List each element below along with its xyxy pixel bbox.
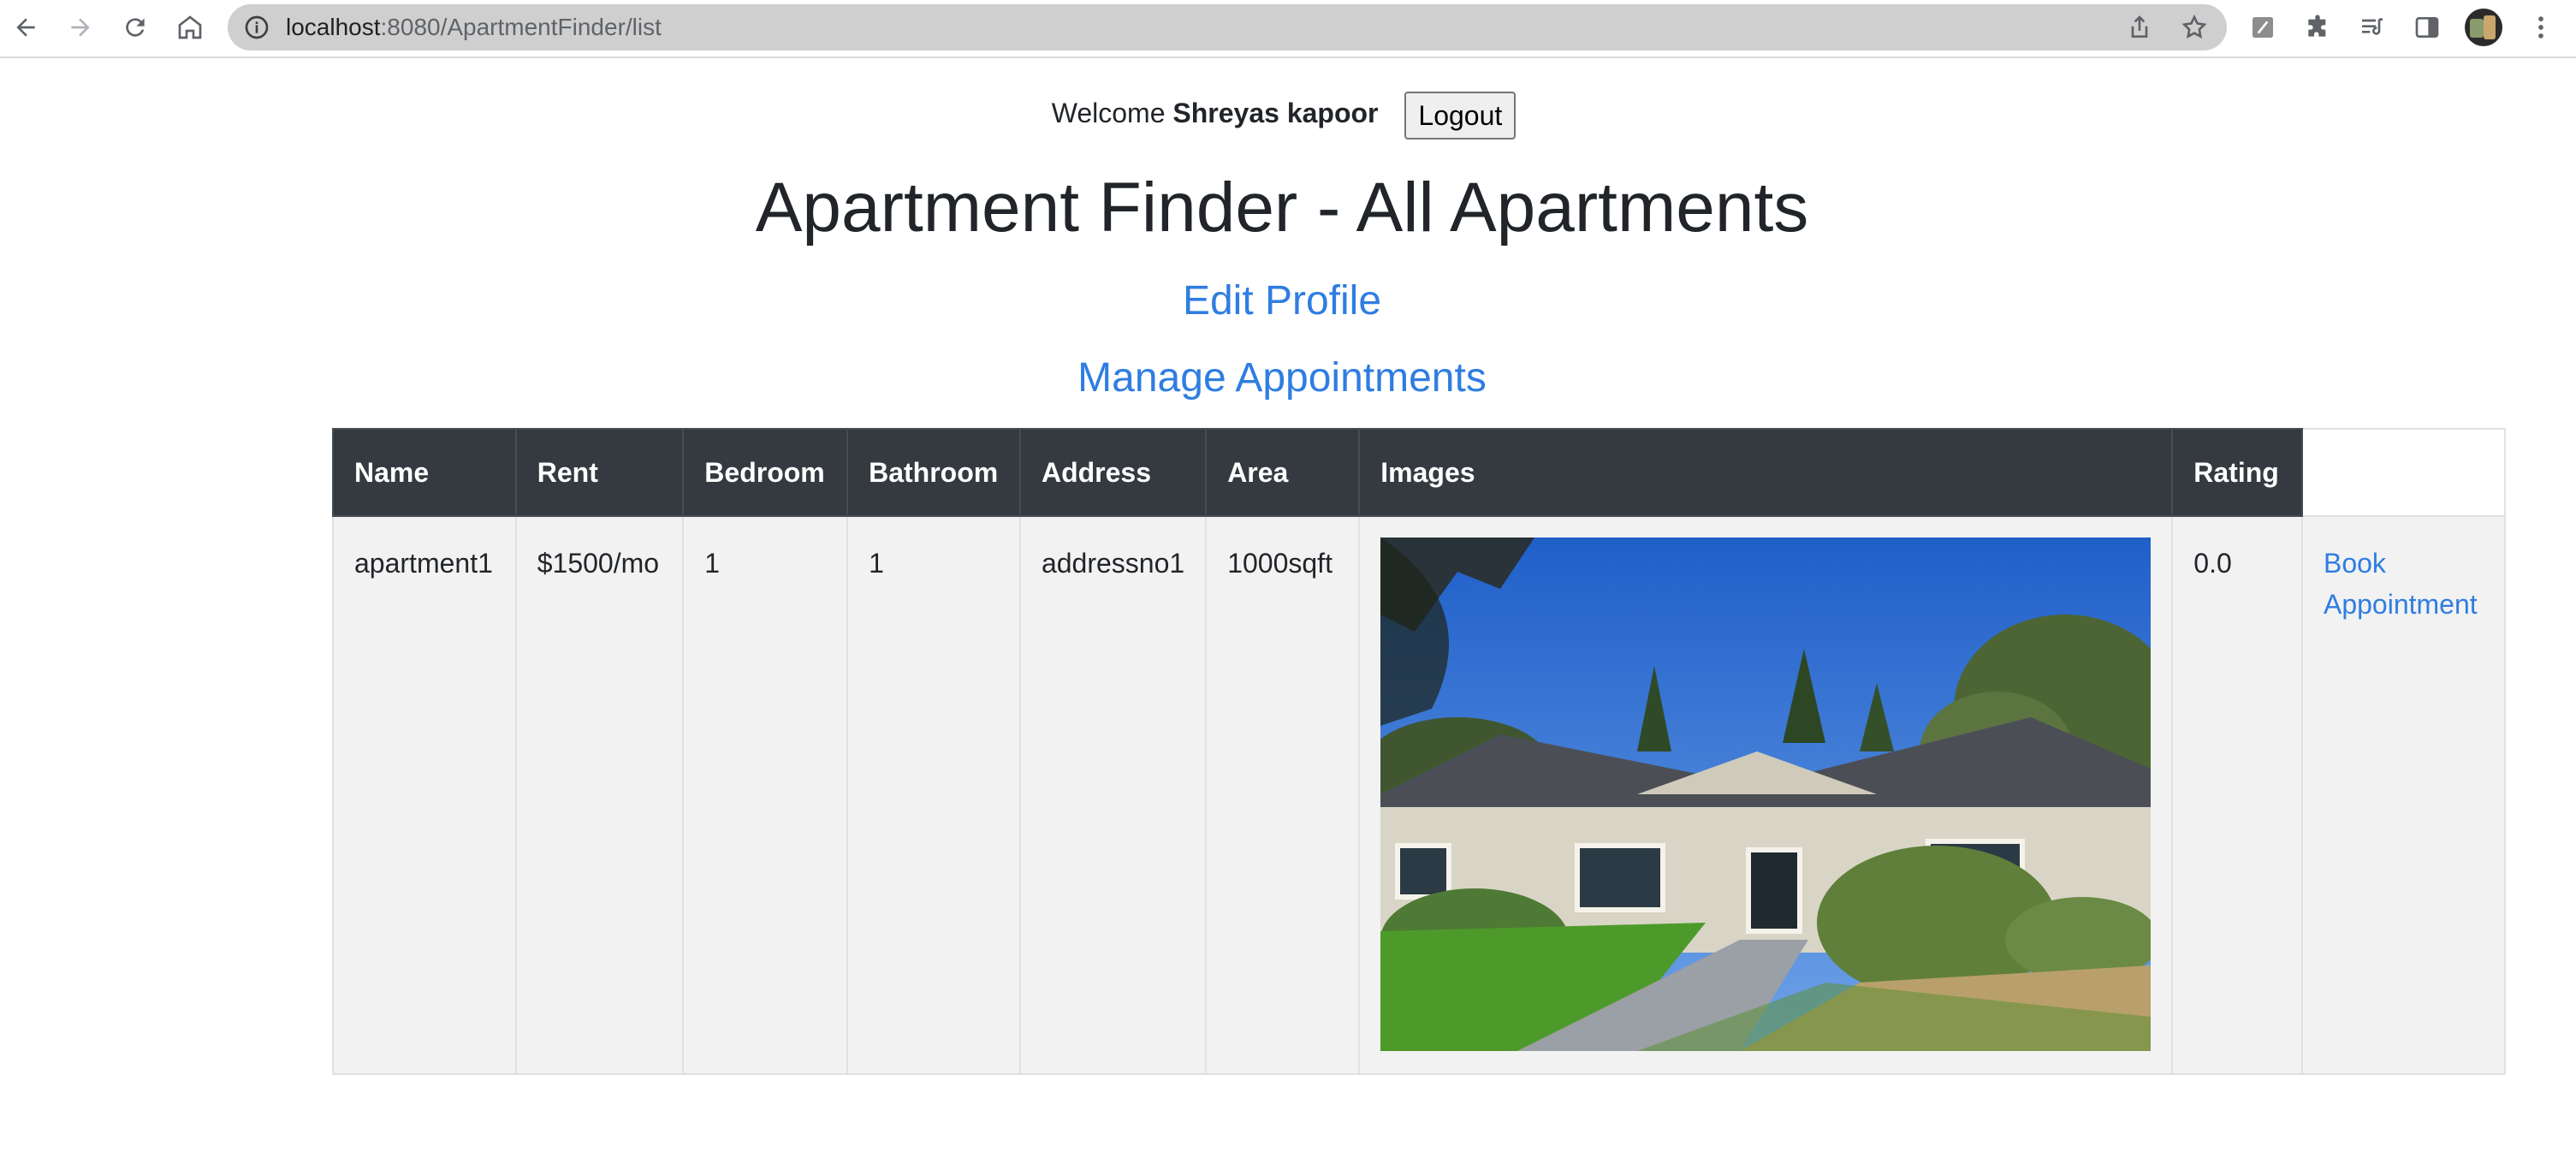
extension-icon[interactable] (2247, 12, 2278, 43)
column-header-name: Name (332, 428, 517, 517)
share-icon[interactable] (2126, 14, 2153, 41)
manage-appointments-link[interactable]: Manage Appointments (0, 353, 2564, 404)
apartment-photo (1380, 537, 2152, 1051)
column-header-rent: Rent (514, 428, 685, 517)
site-info-icon[interactable] (243, 14, 270, 41)
cell-images (1358, 515, 2174, 1075)
more-menu-icon[interactable] (2526, 12, 2555, 43)
column-header-bathroom: Bathroom (846, 428, 1021, 517)
table-header-row: Name Rent Bedroom Bathroom Address Area … (332, 428, 2507, 517)
apartments-table: Name Rent Bedroom Bathroom Address Area … (332, 428, 2507, 1075)
column-header-action (2300, 428, 2507, 517)
cell-action: Book Appointment (2300, 515, 2507, 1075)
bookmark-star-icon[interactable] (2181, 14, 2208, 41)
cell-name: apartment1 (332, 515, 517, 1075)
reload-icon[interactable] (118, 10, 152, 45)
table-row: apartment1 $1500/mo 1 1 addressno1 1000s… (332, 515, 2507, 1075)
url-host: localhost (286, 14, 381, 40)
welcome-bar: Welcome Shreyas kapoor Logout (0, 84, 2567, 142)
home-icon[interactable] (173, 10, 207, 45)
book-appointment-link[interactable]: Book Appointment (2324, 548, 2478, 620)
cell-bedroom: 1 (682, 515, 849, 1075)
page-title: Apartment Finder - All Apartments (755, 169, 1809, 246)
cell-bathroom: 1 (846, 515, 1021, 1075)
column-header-bedroom: Bedroom (682, 428, 849, 517)
column-header-images: Images (1358, 428, 2174, 517)
user-name: Shreyas kapoor (1172, 98, 1379, 128)
puzzle-icon[interactable] (2302, 12, 2333, 43)
cell-address: addressno1 (1018, 515, 1208, 1075)
address-bar[interactable]: localhost:8080/ApartmentFinder/list (228, 4, 2227, 50)
back-icon[interactable] (9, 10, 43, 45)
cell-area: 1000sqft (1205, 515, 1361, 1075)
cell-rating: 0.0 (2171, 515, 2303, 1075)
url-path: :8080/ApartmentFinder/list (380, 14, 662, 40)
edit-profile-link[interactable]: Edit Profile (0, 276, 2564, 327)
column-header-area: Area (1205, 428, 1361, 517)
forward-icon[interactable] (63, 10, 98, 45)
logout-button[interactable]: Logout (1404, 91, 1517, 140)
side-panel-icon[interactable] (2412, 12, 2442, 43)
welcome-text: Welcome (1051, 98, 1166, 128)
column-header-rating: Rating (2171, 428, 2303, 517)
cell-rent: $1500/mo (514, 515, 685, 1075)
profile-avatar-icon[interactable] (2465, 9, 2502, 46)
url-text[interactable]: localhost:8080/ApartmentFinder/list (286, 15, 662, 39)
media-queue-icon[interactable] (2357, 12, 2388, 43)
browser-toolbar: localhost:8080/ApartmentFinder/list (0, 0, 2576, 58)
column-header-address: Address (1018, 428, 1208, 517)
